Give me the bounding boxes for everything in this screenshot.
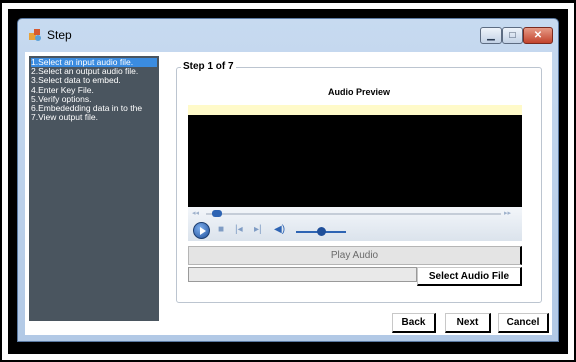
close-icon: ✕ [533,29,543,41]
title-bar[interactable]: Step ▁ □ ✕ [18,19,558,51]
seek-back-icon[interactable]: ◂◂ [192,209,199,217]
back-button[interactable]: Back [392,313,436,333]
preview-strip [188,105,522,115]
cancel-button[interactable]: Cancel [498,313,549,333]
previous-icon[interactable]: |◂ [235,224,243,236]
minimize-icon: ▁ [487,29,495,41]
maximize-button[interactable]: □ [502,27,523,44]
volume-slider[interactable] [317,227,326,236]
window-title: Step [47,28,72,42]
next-button[interactable]: Next [445,313,491,333]
client-area: 1.Select an input audio file. 2.Select an… [25,52,552,335]
step-list-item[interactable]: 1.Select an input audio file. [31,58,157,68]
step-list-item[interactable]: 2.Select an output audio file. [31,67,157,76]
seek-forward-icon[interactable]: ▸▸ [504,209,511,217]
step-list-item[interactable]: 3.Select data to embed. [31,76,157,85]
close-button[interactable]: ✕ [523,27,553,44]
play-icon[interactable] [193,222,210,239]
app-icon [29,29,41,41]
stop-icon[interactable]: ■ [218,224,224,236]
speaker-icon[interactable]: ◀) [274,224,285,236]
wizard-window: Step ▁ □ ✕ 1.Select an input audio file.… [17,18,559,342]
play-audio-button[interactable]: Play Audio [188,246,522,265]
media-display [188,115,522,207]
maximize-icon: □ [509,29,516,41]
seek-track[interactable] [206,213,501,215]
next-track-icon[interactable]: ▸| [254,224,262,236]
step-list-item[interactable]: 5.Verify options. [31,95,157,104]
step-groupbox: Step 1 of 7 Audio Preview ◂◂ ▸▸ ■ |◂ ▸| … [176,61,542,303]
step-list-item[interactable]: 6.Embededding data in to the [31,104,157,113]
minimize-button[interactable]: ▁ [480,27,502,44]
step-list-item[interactable]: 7.View output file. [31,113,157,122]
select-audio-file-button[interactable]: Select Audio File [417,267,522,286]
audio-preview-label: Audio Preview [327,87,390,97]
seek-slider[interactable] [211,210,222,217]
media-player-controls: ◂◂ ▸▸ ■ |◂ ▸| ◀) [188,207,522,241]
group-title: Step 1 of 7 [181,61,236,72]
step-list[interactable]: 1.Select an input audio file. 2.Select an… [29,56,159,321]
audio-file-path-field[interactable] [188,267,417,282]
step-list-item[interactable]: 4.Enter Key File. [31,86,157,95]
